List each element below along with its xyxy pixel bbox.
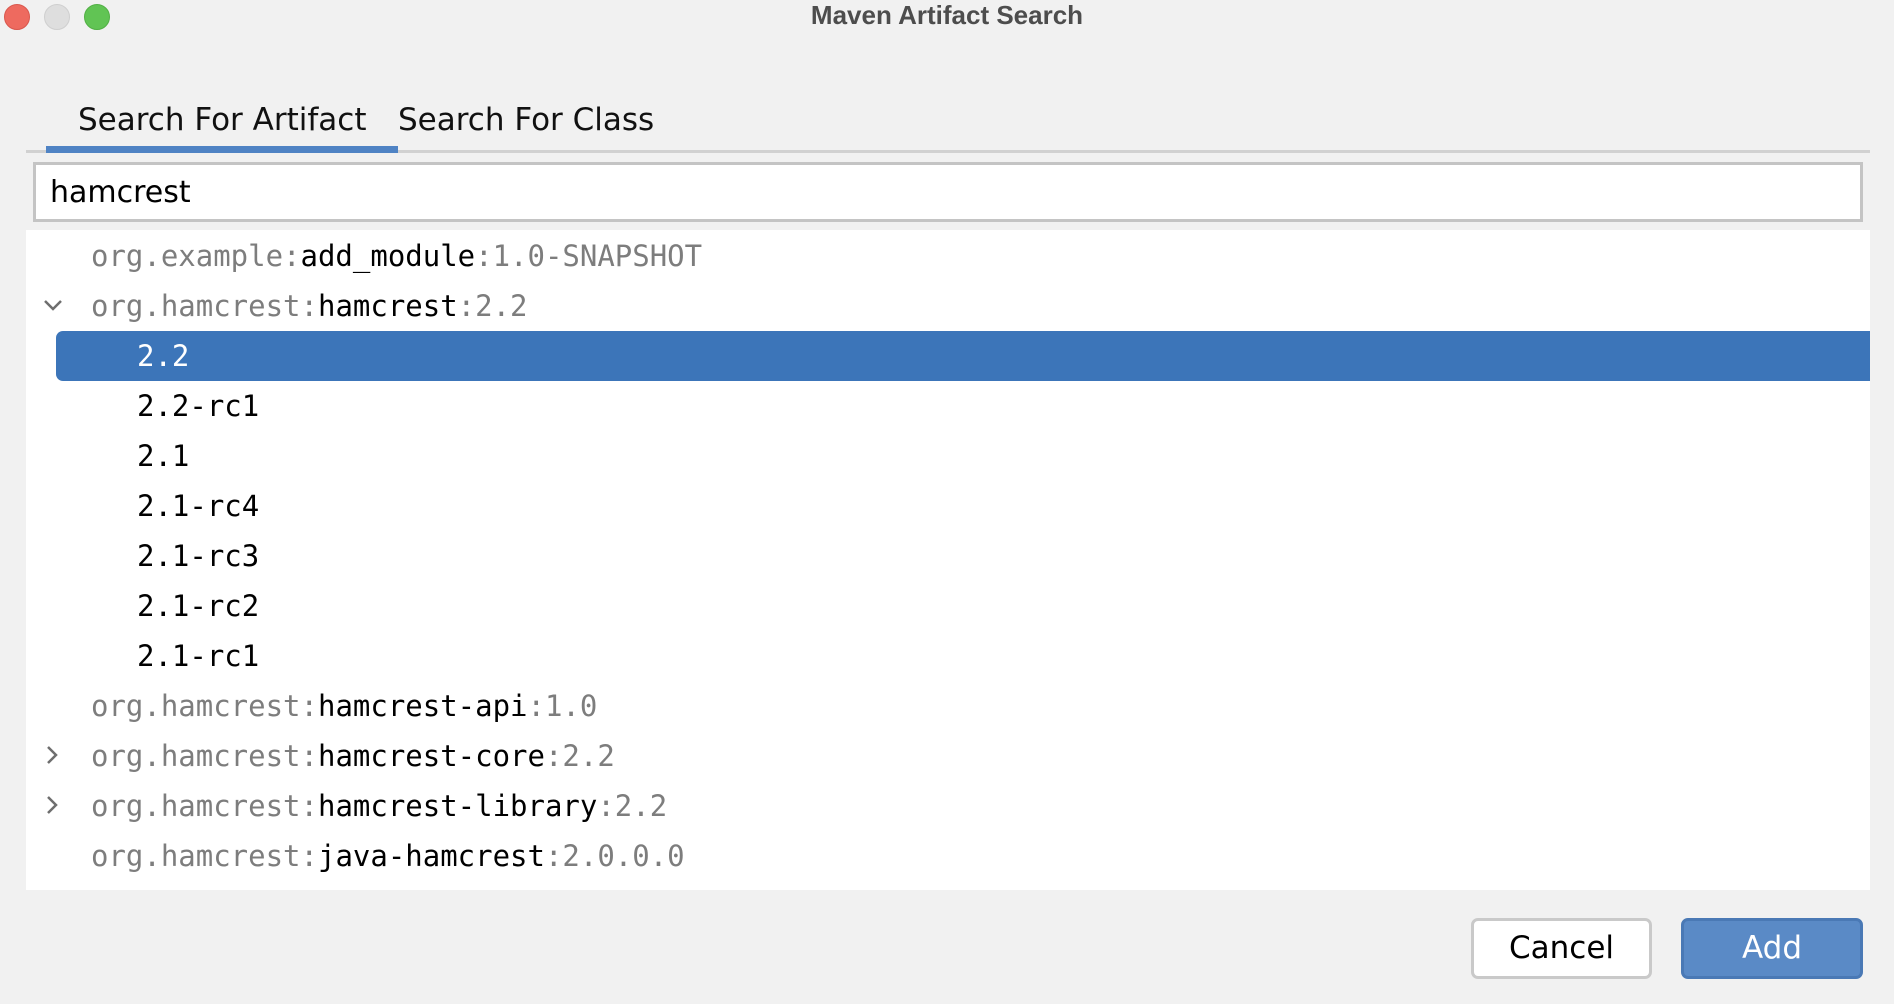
artifact-coordinates: org.hamcrest:hamcrest-api:1.0 (91, 681, 597, 731)
artifact-id: hamcrest (317, 289, 458, 323)
artifact-row[interactable]: org.hamcrest:hamcrest-library:2.2 (26, 781, 1870, 831)
version-row[interactable]: 2.1-rc2 (26, 581, 1870, 631)
group-id: org.hamcrest: (91, 739, 318, 774)
version-row[interactable]: 2.2-rc1 (26, 381, 1870, 431)
version-row[interactable]: 2.1 (26, 431, 1870, 481)
version-label: 2.1-rc2 (137, 589, 260, 623)
artifact-coordinates: org.example:add_module:1.0-SNAPSHOT (91, 231, 702, 281)
group-id: org.hamcrest: (91, 689, 318, 724)
artifact-version: :2.2 (544, 739, 615, 774)
version-label: 2.1-rc4 (137, 489, 260, 523)
search-input[interactable] (33, 162, 1863, 222)
artifact-id: add_module (300, 239, 476, 273)
chevron-right-icon[interactable] (42, 731, 66, 781)
artifact-coordinates: org.hamcrest:hamcrest-library:2.2 (91, 781, 667, 831)
group-id: org.hamcrest: (91, 289, 318, 323)
artifact-row[interactable]: org.hamcrest:hamcrest-api:1.0 (26, 681, 1870, 731)
results-tree[interactable]: org.example:add_module:1.0-SNAPSHOT org.h… (26, 230, 1870, 890)
chevron-down-icon[interactable] (42, 281, 66, 331)
window-title: Maven Artifact Search (810, 0, 1084, 30)
artifact-coordinates: org.hamcrest:java-hamcrest:2.0.0.0 (91, 831, 685, 881)
artifact-id: hamcrest-api (317, 689, 528, 724)
chevron-right-icon[interactable] (42, 781, 66, 831)
artifact-row[interactable]: org.hamcrest:java-hamcrest:2.0.0.0 (26, 831, 1870, 881)
version-label: 2.1 (137, 439, 190, 473)
artifact-coordinates: org.hamcrest:hamcrest-core:2.2 (91, 731, 615, 781)
artifact-id: java-hamcrest (317, 839, 545, 874)
add-button[interactable]: Add (1681, 918, 1863, 979)
artifact-version: :2.2 (597, 789, 668, 824)
group-id: org.hamcrest: (91, 789, 318, 824)
version-row[interactable]: 2.1-rc1 (26, 631, 1870, 681)
tab-search-for-class[interactable]: Search For Class (398, 90, 654, 153)
version-row[interactable]: 2.1-rc4 (26, 481, 1870, 531)
artifact-version: :2.2 (457, 289, 528, 323)
version-label: 2.2-rc1 (137, 389, 260, 423)
version-label: 2.1-rc1 (137, 639, 260, 674)
group-id: org.hamcrest: (91, 839, 318, 874)
group-id: org.example: (91, 239, 301, 273)
version-label: 2.1-rc3 (137, 539, 260, 573)
artifact-id: hamcrest-library (317, 789, 598, 824)
artifact-row[interactable]: org.example:add_module:1.0-SNAPSHOT (26, 231, 1870, 281)
artifact-row[interactable]: org.hamcrest:hamcrest-core:2.2 (26, 731, 1870, 781)
cancel-button[interactable]: Cancel (1471, 918, 1652, 979)
artifact-coordinates: org.hamcrest:hamcrest:2.2 (91, 281, 528, 331)
version-row[interactable]: 2.2 (56, 331, 1870, 381)
artifact-id: hamcrest-core (317, 739, 545, 774)
artifact-row[interactable]: org.hamcrest:hamcrest:2.2 (26, 281, 1870, 331)
artifact-version: :1.0-SNAPSHOT (475, 239, 703, 273)
version-label: 2.2 (137, 339, 190, 373)
tab-search-for-artifact[interactable]: Search For Artifact (46, 90, 399, 153)
artifact-version: :1.0 (527, 689, 598, 724)
tab-bar: Search For Artifact Search For Class (26, 90, 1870, 153)
artifact-version: :2.0.0.0 (544, 839, 685, 874)
version-row[interactable]: 2.1-rc3 (26, 531, 1870, 581)
